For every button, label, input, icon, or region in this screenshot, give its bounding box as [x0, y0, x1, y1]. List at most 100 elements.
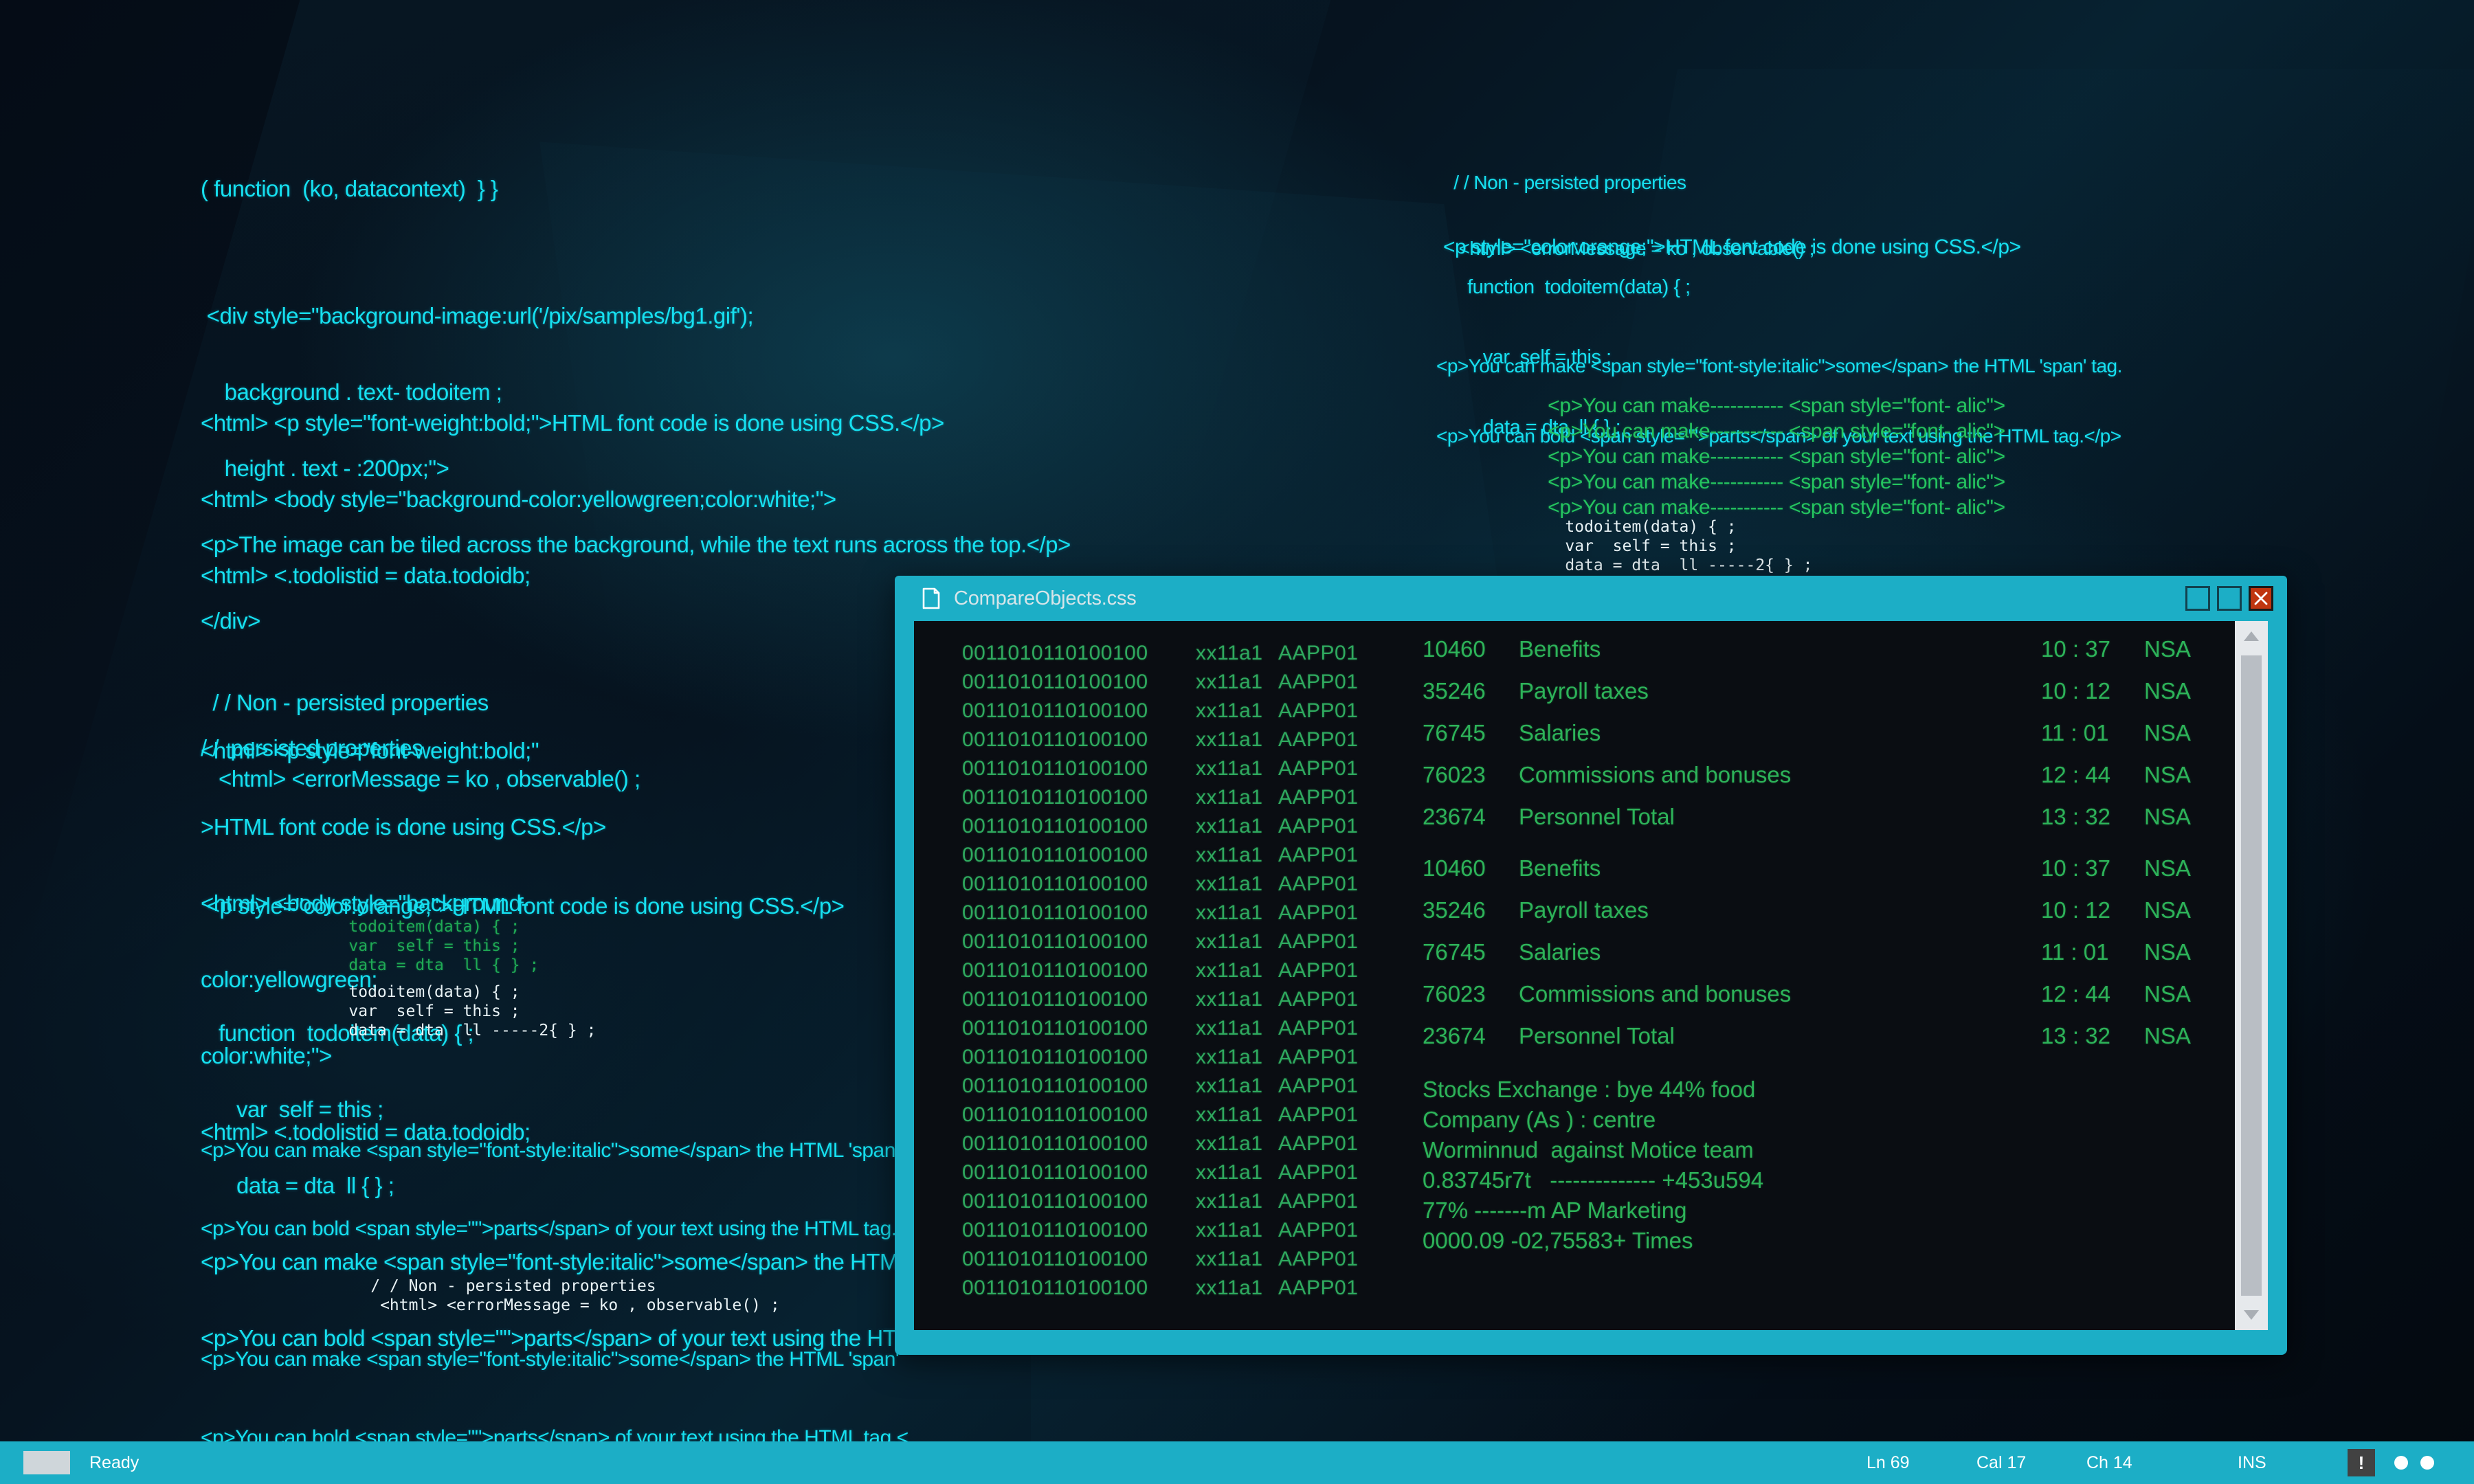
table-row[interactable]: 10460 Benefits 10 : 37 NSA: [1423, 855, 2206, 897]
scroll-down-arrow-icon[interactable]: [2235, 1300, 2268, 1330]
ledger-label: Commissions and bonuses: [1519, 981, 1792, 1007]
table-row[interactable]: 76023 Commissions and bonuses 12 : 44 NSA: [1423, 762, 2206, 804]
ledger-label: Benefits: [1519, 636, 1601, 662]
binary-code-column: xx11a1: [1196, 1046, 1263, 1068]
ledger-group-separator: [1423, 846, 2206, 855]
binary-code-column: xx11a1: [1196, 1219, 1263, 1241]
binary-code-column: xx11a1: [1196, 1103, 1263, 1126]
code-line: <p>You can make----------- <span style="…: [1548, 445, 2005, 468]
code-line: <html> <body style="background-color:yel…: [201, 486, 836, 512]
ledger-tag: NSA: [2144, 636, 2191, 662]
vertical-scrollbar[interactable]: [2235, 621, 2268, 1330]
binary-sequence: 0011010110100100: [962, 728, 1148, 751]
code-line: todoitem(data) { ;: [348, 918, 520, 936]
binary-sequence: 0011010110100100: [962, 1075, 1148, 1097]
ledger-tag: NSA: [2144, 678, 2191, 704]
binary-label-column: AAPP01: [1278, 1017, 1359, 1039]
binary-row: 0011010110100100 xx11a1 AAPP01: [962, 1014, 1358, 1043]
binary-row: 0011010110100100 xx11a1 AAPP01: [962, 754, 1358, 783]
binary-row: 0011010110100100 xx11a1 AAPP01: [962, 1043, 1358, 1072]
ledger-tag: NSA: [2144, 804, 2191, 829]
binary-code-column: xx11a1: [1196, 815, 1263, 837]
binary-row: 0011010110100100 xx11a1 AAPP01: [962, 928, 1358, 956]
binary-row: 0011010110100100 xx11a1 AAPP01: [962, 985, 1358, 1014]
table-row[interactable]: 35246 Payroll taxes 10 : 12 NSA: [1423, 678, 2206, 720]
ledger-time: 12 : 44: [2041, 981, 2110, 1007]
application-window[interactable]: CompareObjects.css 0011010110100100 xx11a…: [895, 576, 2287, 1355]
ledger-time: 11 : 01: [2041, 939, 2109, 965]
binary-sequence: 0011010110100100: [962, 930, 1148, 953]
binary-sequence: 0011010110100100: [962, 815, 1148, 837]
close-button[interactable]: [2249, 586, 2273, 611]
table-row[interactable]: 23674 Personnel Total 13 : 32 NSA: [1423, 804, 2206, 846]
ledger-tag: NSA: [2144, 762, 2191, 787]
code-line: <p>You can make----------- <span style="…: [1548, 420, 2005, 442]
status-bar: Ready Ln 69 Cal 17 Ch 14 INS !: [0, 1441, 2474, 1484]
binary-label-column: AAPP01: [1278, 1046, 1359, 1068]
binary-sequence: 0011010110100100: [962, 844, 1148, 866]
window-title-bar[interactable]: CompareObjects.css: [895, 576, 2287, 621]
binary-label-column: AAPP01: [1278, 959, 1359, 982]
code-line: data = dta ll -----2{ } ;: [1565, 556, 1813, 574]
code-line: <p>You can make <span style="font-style:…: [201, 1348, 900, 1371]
binary-label-column: AAPP01: [1278, 1103, 1359, 1126]
minimize-button[interactable]: [2185, 586, 2210, 611]
editor-content-area[interactable]: 0011010110100100 xx11a1 AAPP01 001101011010…: [914, 621, 2235, 1330]
code-line: <p>You can make <span style="font-style:…: [201, 1139, 900, 1162]
scrollbar-thumb[interactable]: [2241, 655, 2262, 1296]
binary-row: 0011010110100100 xx11a1 AAPP01: [962, 1274, 1358, 1303]
binary-code-column: xx11a1: [1196, 1248, 1263, 1270]
window-title: CompareObjects.css: [954, 587, 1137, 609]
binary-label-column: AAPP01: [1278, 1075, 1359, 1097]
ledger-amount: 10460: [1423, 636, 1486, 662]
binary-row: 0011010110100100 xx11a1 AAPP01: [962, 812, 1358, 841]
binary-label-column: AAPP01: [1278, 901, 1359, 924]
background-mono-code-white-bottom: / / Non - persisted properties <html> <e…: [323, 1257, 779, 1334]
binary-label-column: AAPP01: [1278, 988, 1359, 1011]
binary-row: 0011010110100100 xx11a1 AAPP01: [962, 1158, 1358, 1187]
table-row[interactable]: 76745 Salaries 11 : 01 NSA: [1423, 720, 2206, 762]
binary-sequence: 0011010110100100: [962, 1103, 1148, 1126]
binary-code-column: xx11a1: [1196, 671, 1263, 693]
binary-code-column: xx11a1: [1196, 1075, 1263, 1097]
ledger-time: 10 : 12: [2041, 678, 2110, 704]
ledger-label: Salaries: [1519, 939, 1601, 965]
table-row[interactable]: 10460 Benefits 10 : 37 NSA: [1423, 636, 2206, 678]
status-character-count: Ch 14: [2086, 1452, 2132, 1472]
binary-label-column: AAPP01: [1278, 873, 1359, 895]
status-column-number: Cal 17: [1976, 1452, 2027, 1472]
notes-block: Stocks Exchange : bye 44% food Company (A…: [1423, 1075, 1763, 1256]
binary-sequence: 0011010110100100: [962, 699, 1148, 722]
code-line: var self = this ;: [1565, 537, 1737, 555]
binary-label-column: AAPP01: [1278, 786, 1359, 809]
maximize-button[interactable]: [2217, 586, 2242, 611]
ledger-amount: 23674: [1423, 1023, 1486, 1048]
status-dot-1-icon: [2394, 1456, 2408, 1470]
binary-sequence: 0011010110100100: [962, 959, 1148, 982]
code-line: <html> <.todolistid = data.todoidb;: [201, 563, 531, 588]
window-controls: [2185, 586, 2277, 611]
table-row[interactable]: 76023 Commissions and bonuses 12 : 44 NSA: [1423, 981, 2206, 1023]
note-line: Stocks Exchange : bye 44% food: [1423, 1077, 1756, 1102]
code-line: function todoitem(data) { ;: [1457, 276, 1691, 298]
ledger-tag: NSA: [2144, 720, 2191, 745]
binary-code-column: xx11a1: [1196, 873, 1263, 895]
table-row[interactable]: 23674 Personnel Total 13 : 32 NSA: [1423, 1023, 2206, 1065]
table-row[interactable]: 35246 Payroll taxes 10 : 12 NSA: [1423, 897, 2206, 939]
binary-code-column: xx11a1: [1196, 786, 1263, 809]
document-icon: [922, 587, 940, 609]
table-row[interactable]: 76745 Salaries 11 : 01 NSA: [1423, 939, 2206, 981]
binary-sequence: 0011010110100100: [962, 642, 1148, 664]
desktop-screen: ( function (ko, datacontext) } } <div st…: [0, 0, 2474, 1484]
binary-code-column: xx11a1: [1196, 642, 1263, 664]
warning-icon[interactable]: !: [2348, 1449, 2375, 1476]
status-indicator-box: [23, 1451, 70, 1474]
binary-row: 0011010110100100 xx11a1 AAPP01: [962, 956, 1358, 985]
binary-label-column: AAPP01: [1278, 699, 1359, 722]
binary-row: 0011010110100100 xx11a1 AAPP01: [962, 1101, 1358, 1129]
code-line: <div style="background-image:url('/pix/s…: [201, 303, 754, 328]
scroll-up-arrow-icon[interactable]: [2235, 621, 2268, 651]
ledger-tag: NSA: [2144, 939, 2191, 965]
binary-code-column: xx11a1: [1196, 1161, 1263, 1184]
ledger-time: 10 : 12: [2041, 897, 2110, 923]
